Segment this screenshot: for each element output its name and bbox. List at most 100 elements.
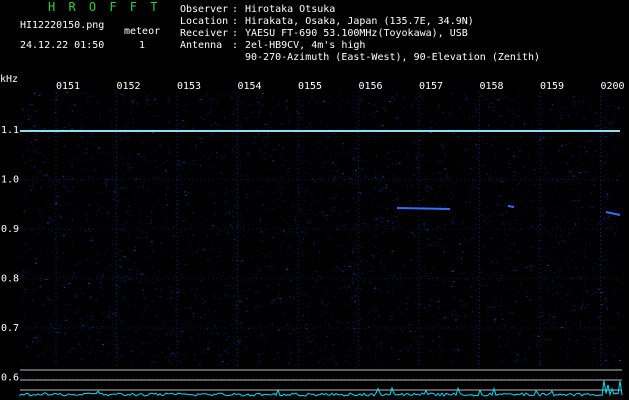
noise-speck [591,360,593,362]
noise-speck [267,278,269,280]
noise-speck [568,346,570,348]
noise-speck [69,179,72,180]
noise-speck [412,231,413,233]
noise-speck [195,163,197,165]
noise-speck [203,201,205,203]
noise-speck [74,336,76,338]
noise-speck [182,220,184,222]
noise-speck [331,157,333,159]
noise-speck [564,151,567,153]
noise-speck [240,322,243,324]
noise-speck [588,225,590,226]
noise-speck [492,212,495,213]
noise-speck [494,172,496,174]
noise-speck [37,337,39,339]
noise-speck [40,186,42,188]
noise-speck [126,148,128,150]
noise-speck [391,134,392,136]
noise-speck [544,167,546,169]
noise-speck [300,241,303,243]
noise-speck [398,224,400,226]
noise-speck [176,261,179,263]
noise-speck [208,260,211,262]
noise-speck [243,115,245,117]
noise-speck [271,208,273,210]
noise-speck [79,347,82,348]
noise-speck [123,174,126,175]
noise-speck [213,202,216,204]
noise-speck [395,353,397,355]
noise-speck [192,315,195,317]
noise-speck [327,136,330,138]
noise-speck [319,265,321,267]
noise-speck [559,235,561,237]
noise-speck [321,211,324,213]
noise-speck [80,92,82,94]
noise-speck [595,252,597,254]
noise-speck [351,107,354,109]
noise-speck [230,323,233,325]
noise-speck [57,180,60,182]
noise-speck [524,357,526,358]
noise-speck [440,143,443,145]
noise-speck [203,307,205,309]
noise-speck [311,192,313,194]
noise-speck [125,212,128,214]
noise-speck [306,337,309,339]
noise-speck [117,155,120,157]
noise-speck [245,310,248,312]
noise-speck [323,170,325,172]
noise-speck [435,181,437,183]
noise-speck [320,211,322,213]
noise-speck [604,161,607,163]
noise-speck [437,229,440,230]
noise-speck [347,321,350,323]
noise-speck [79,287,81,289]
noise-speck [552,322,554,324]
noise-speck [171,297,173,299]
noise-speck [386,184,388,186]
noise-speck [91,283,93,285]
noise-speck [237,353,239,355]
noise-speck [116,233,119,235]
noise-speck [188,162,191,164]
noise-speck [161,172,163,174]
noise-speck [262,285,264,287]
noise-speck [429,244,431,246]
noise-speck [109,162,111,164]
noise-speck [287,134,289,136]
noise-speck [374,177,377,179]
noise-speck [209,110,212,112]
noise-speck [209,195,211,197]
noise-speck [219,218,221,220]
noise-speck [547,320,550,322]
noise-speck [100,206,103,208]
noise-speck [23,318,26,319]
noise-speck [61,216,64,218]
noise-speck [133,250,136,252]
noise-speck [618,234,620,236]
noise-speck [103,320,105,322]
noise-speck [367,224,369,226]
noise-speck [388,330,391,332]
noise-speck [416,262,418,264]
noise-speck [51,202,53,204]
noise-speck [175,217,178,218]
noise-speck [219,354,221,356]
noise-speck [267,285,270,287]
noise-speck [548,98,550,100]
noise-speck [94,143,96,145]
noise-speck [258,150,261,152]
noise-speck [545,172,548,174]
noise-speck [505,300,507,302]
noise-speck [505,158,507,160]
noise-speck [546,322,548,324]
noise-speck [448,112,451,114]
noise-speck [536,141,539,143]
noise-speck [288,168,291,169]
noise-speck [282,147,285,149]
noise-speck [122,229,124,231]
noise-speck [530,269,532,271]
noise-speck [288,363,290,365]
noise-speck [250,112,252,114]
